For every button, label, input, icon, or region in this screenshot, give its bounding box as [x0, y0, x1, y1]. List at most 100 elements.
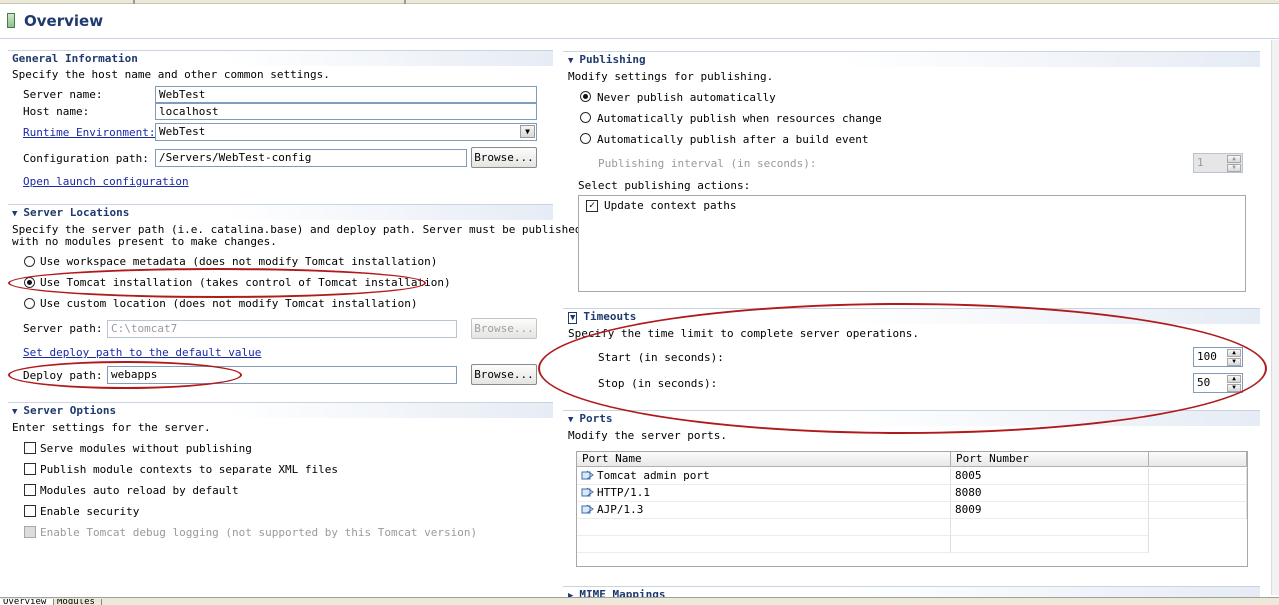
options-section-header[interactable]: ▼ Server Options — [12, 404, 116, 420]
title-divider — [0, 38, 1279, 39]
custom-location-label: Use custom location (does not modify Tom… — [40, 297, 418, 310]
ports-table[interactable]: Port Name Port Number Tomcat admin port … — [576, 451, 1248, 567]
locations-section-title: Server Locations — [23, 206, 130, 219]
configuration-path-label: Configuration path: — [23, 152, 149, 165]
port-name-cell: HTTP/1.1 — [597, 486, 650, 499]
publishing-section-header[interactable]: ▼ Publishing — [568, 53, 646, 69]
empty-row — [577, 519, 951, 536]
configuration-path-field[interactable]: /Servers/WebTest-config — [155, 149, 467, 167]
update-context-paths-checkbox[interactable]: ✓ — [586, 200, 598, 212]
open-launch-configuration-link[interactable]: Open launch configuration — [23, 175, 189, 188]
tab-overview[interactable]: Overview — [0, 599, 54, 605]
ports-description: Modify the server ports. — [568, 429, 727, 442]
port-number-cell[interactable]: 8080 — [951, 485, 1149, 502]
annotation-ellipse — [8, 361, 242, 389]
workspace-metadata-radio[interactable] — [24, 256, 35, 267]
filler-cell — [1149, 485, 1247, 502]
host-name-field[interactable]: localhost — [155, 103, 537, 120]
set-deploy-path-link[interactable]: Set deploy path to the default value — [23, 346, 261, 359]
general-section-header[interactable]: General Information — [12, 52, 138, 68]
publishing-interval-value: 1 — [1197, 156, 1204, 169]
runtime-environment-link[interactable]: Runtime Environment: — [23, 126, 155, 139]
publishing-actions-label: Select publishing actions: — [578, 179, 751, 192]
auto-reload-checkbox[interactable] — [24, 484, 36, 496]
empty-row — [951, 536, 1149, 553]
serve-without-publishing-checkbox[interactable] — [24, 442, 36, 454]
server-name-field[interactable]: WebTest — [155, 86, 537, 103]
spin-up-icon[interactable]: ▲ — [1227, 155, 1241, 163]
spin-down-icon[interactable]: ▼ — [1227, 164, 1241, 172]
editor-page-tabs — [0, 597, 1279, 605]
ports-section-title: Ports — [579, 412, 613, 425]
timeouts-section-header[interactable]: ▼ Timeouts — [568, 310, 636, 326]
table-row[interactable]: Tomcat admin port — [577, 468, 951, 485]
locations-section-header[interactable]: ▼ Server Locations — [12, 206, 129, 222]
runtime-environment-value: WebTest — [159, 125, 206, 138]
publishing-description: Modify settings for publishing. — [568, 70, 774, 83]
vertical-scrollbar[interactable] — [1271, 40, 1279, 595]
custom-location-radio[interactable] — [24, 298, 35, 309]
ports-section-header[interactable]: ▼ Ports — [568, 412, 613, 428]
mime-section-header[interactable]: ▶ MIME Mappings — [568, 588, 666, 597]
publishing-interval-label: Publishing interval (in seconds): — [598, 157, 817, 170]
tab-divider — [133, 0, 135, 4]
never-publish-radio[interactable] — [580, 91, 591, 102]
column-header-port-name[interactable]: Port Name — [577, 452, 951, 467]
publish-on-change-label: Automatically publish when resources cha… — [597, 112, 882, 125]
table-row[interactable]: HTTP/1.1 — [577, 485, 951, 502]
config-browse-button[interactable]: Browse... — [471, 147, 537, 168]
serve-without-publishing-label: Serve modules without publishing — [40, 442, 252, 455]
port-number-cell[interactable]: 8005 — [951, 468, 1149, 485]
tab-divider — [404, 0, 406, 4]
publish-on-change-radio[interactable] — [580, 112, 591, 123]
options-description: Enter settings for the server. — [12, 421, 211, 434]
chevron-down-icon[interactable]: ▼ — [520, 125, 535, 138]
enable-security-label: Enable security — [40, 505, 140, 518]
publish-after-build-label: Automatically publish after a build even… — [597, 133, 869, 146]
collapse-triangle-icon: ▼ — [12, 209, 18, 219]
publishing-interval-spinner[interactable]: 1 ▲ ▼ — [1193, 153, 1243, 173]
enable-security-checkbox[interactable] — [24, 505, 36, 517]
server-path-browse-button[interactable]: Browse... — [471, 318, 537, 339]
workspace-metadata-label: Use workspace metadata (does not modify … — [40, 255, 438, 268]
general-description: Specify the host name and other common s… — [12, 68, 330, 81]
table-row[interactable]: AJP/1.3 — [577, 502, 951, 519]
publish-after-build-radio[interactable] — [580, 133, 591, 144]
runtime-environment-combo[interactable]: WebTest ▼ — [155, 123, 537, 141]
page-title: Overview — [24, 12, 104, 30]
collapse-triangle-icon: ▼ — [568, 56, 574, 66]
filler-cell — [1149, 468, 1247, 485]
port-icon — [581, 487, 594, 497]
debug-logging-checkbox[interactable] — [24, 526, 36, 538]
mime-section-title: MIME Mappings — [579, 588, 666, 597]
collapse-triangle-icon: ▼ — [568, 312, 578, 324]
tab-modules[interactable]: Modules — [54, 599, 102, 605]
collapse-triangle-icon: ▼ — [568, 415, 574, 425]
annotation-ellipse — [538, 303, 1267, 434]
update-context-paths-label: Update context paths — [604, 199, 737, 212]
publishing-section-bar — [563, 51, 1260, 67]
debug-logging-label: Enable Tomcat debug logging (not support… — [40, 526, 478, 539]
server-name-label: Server name: — [23, 88, 103, 101]
column-header-port-number[interactable]: Port Number — [951, 452, 1149, 467]
empty-row — [951, 519, 1149, 536]
server-path-field[interactable]: C:\tomcat7 — [107, 320, 457, 338]
port-icon — [581, 470, 594, 480]
filler-cell — [1149, 502, 1247, 519]
timeouts-section-title: Timeouts — [583, 310, 637, 323]
collapse-triangle-icon: ▼ — [12, 407, 18, 417]
options-section-title: Server Options — [23, 404, 117, 417]
editor-tab-strip — [0, 0, 1279, 4]
locations-description-2: with no modules present to make changes. — [12, 235, 277, 248]
never-publish-label: Never publish automatically — [597, 91, 776, 104]
column-header-filler — [1149, 452, 1247, 467]
separate-xml-checkbox[interactable] — [24, 463, 36, 475]
deploy-path-browse-button[interactable]: Browse... — [471, 364, 537, 385]
server-path-label: Server path: — [23, 322, 103, 335]
publishing-actions-list[interactable]: ✓ Update context paths — [578, 195, 1246, 292]
general-section-title: General Information — [12, 52, 138, 65]
auto-reload-label: Modules auto reload by default — [40, 484, 239, 497]
host-name-label: Host name: — [23, 105, 90, 118]
port-icon — [581, 504, 594, 514]
port-number-cell[interactable]: 8009 — [951, 502, 1149, 519]
